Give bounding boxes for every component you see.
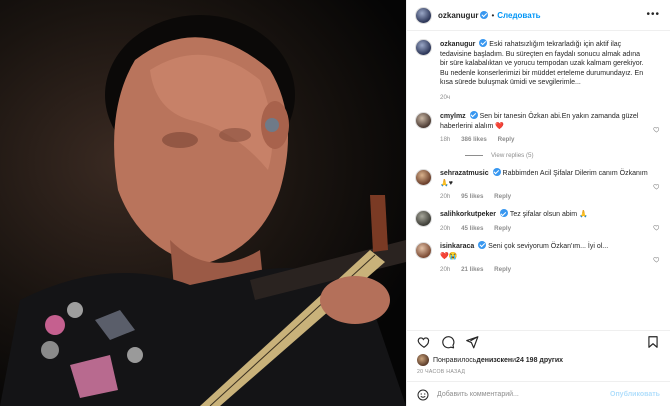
caption-avatar[interactable] [415,39,432,56]
commenter-avatar[interactable] [415,111,432,129]
comment-item: isinkaraca Seni çok seviyorum Özkan'ım..… [415,240,662,273]
comment-likes[interactable]: 21 likes [461,266,483,273]
caption-time[interactable]: 20ч [440,94,450,101]
view-replies-label[interactable]: View replies (5) [491,152,534,159]
commenter-username[interactable]: isinkaraca [440,243,474,250]
comment-input[interactable]: Добавить комментарий... [437,391,610,398]
commenter-avatar[interactable] [415,210,432,228]
likes-prefix: Понравилось [433,356,477,364]
reply-button[interactable]: Reply [494,225,511,232]
comment-icon[interactable] [441,335,455,349]
verified-icon [480,11,489,19]
comment-emoji: ❤️ [495,122,504,130]
comment-like-icon[interactable] [653,218,660,231]
comment-like-icon[interactable] [653,120,660,133]
bookmark-icon[interactable] [646,335,660,349]
share-icon[interactable] [465,335,479,349]
comment-item: sehrazatmusic Rabbimden Acil Şifalar Dil… [415,168,662,200]
post-header: ozkanugur • Следовать ••• [407,0,670,31]
comment-text: Seni çok seviyorum Özkan'ım... İyi ol... [488,242,609,250]
comments-section[interactable]: ozkanugur Eski rahatsızlığım tekrarladığ… [407,31,670,330]
comment-time[interactable]: 18h [440,136,450,143]
reply-button[interactable]: Reply [494,193,511,200]
separator: • [491,10,495,20]
heart-icon[interactable] [417,335,431,349]
comment-emoji: 🙏 [579,211,588,219]
verified-icon [469,110,478,119]
more-icon[interactable]: ••• [646,9,660,20]
caption-username[interactable]: ozkanugur [440,41,475,48]
comment-like-icon[interactable] [653,250,660,263]
comment-text: Rabbimden Acil Şifalar Dilerim canım Özk… [502,170,648,178]
verified-icon [492,168,501,177]
commenter-username[interactable]: salihkorkutpeker [440,211,496,218]
author-avatar[interactable] [415,6,432,24]
verified-icon [479,39,488,47]
commenter-username[interactable]: sehrazatmusic [440,170,489,177]
commenter-avatar[interactable] [415,241,432,259]
replies-line [465,155,483,157]
comment-emoji: ❤️😭 [440,252,458,260]
comment-emoji: 🙏♥ [440,179,453,187]
caption: ozkanugur Eski rahatsızlığım tekrarladığ… [415,39,662,101]
post-timestamp: 20 ЧАСОВ НАЗАД [417,369,466,375]
likes-summary[interactable]: Понравилось денизскен и 24 198 других [407,352,670,366]
commenter-username[interactable]: cmylmz [440,113,466,120]
verified-icon [499,209,508,218]
comment-time[interactable]: 20h [440,225,450,232]
comment-item: salihkorkutpeker Tez şifalar olsun abim … [415,209,662,232]
view-replies[interactable]: View replies (5) [465,152,662,159]
likes-count[interactable]: 24 198 других [516,357,563,364]
comment-likes[interactable]: 45 likes [461,225,483,232]
commenter-avatar[interactable] [415,169,432,187]
comment-text: Tez şifalar olsun abim [509,211,578,219]
comment-time[interactable]: 20h [440,193,450,200]
author-username[interactable]: ozkanugur [438,11,478,20]
verified-icon [478,240,487,249]
follow-button[interactable]: Следовать [497,11,540,20]
post-image [0,15,406,406]
publish-button[interactable]: Опубликовать [610,391,660,398]
comment-likes[interactable]: 386 likes [461,136,487,143]
add-comment-bar: Добавить комментарий... Опубликовать [407,381,670,406]
liker-username[interactable]: денизскен [476,357,512,364]
reply-button[interactable]: Reply [494,266,511,273]
post-panel: ozkanugur • Следовать ••• ozkanugur Eski… [406,0,670,406]
action-bar [407,330,670,352]
comment-like-icon[interactable] [653,177,660,190]
liker-avatar [417,354,429,366]
emoji-icon[interactable] [417,388,429,401]
reply-button[interactable]: Reply [498,136,515,143]
comment-item: cmylmz Sen bir tanesin Özkan abi.En yakı… [415,110,662,143]
post-photo[interactable] [0,0,406,406]
comment-time[interactable]: 20h [440,266,450,273]
comment-likes[interactable]: 95 likes [461,193,483,200]
